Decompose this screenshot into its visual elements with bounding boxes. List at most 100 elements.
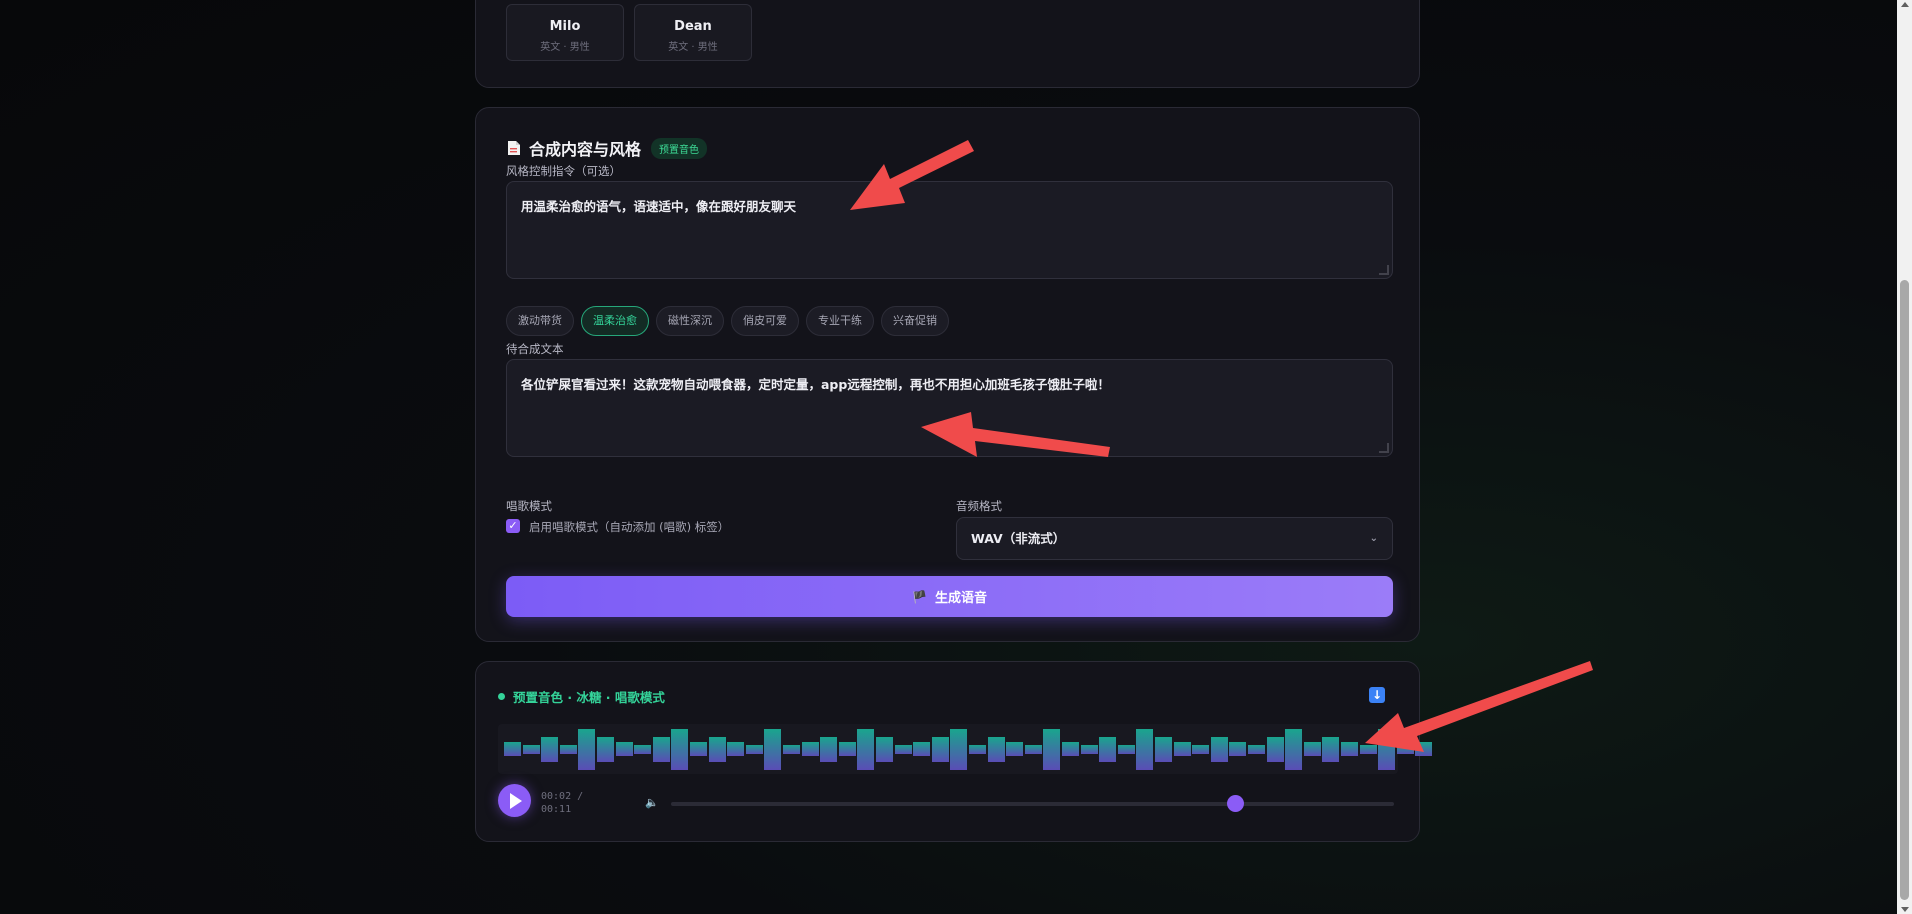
audio-format-value: WAV（非流式）	[971, 531, 1066, 546]
style-chip-active[interactable]: 温柔治愈	[581, 306, 649, 336]
waveform-bar	[894, 744, 912, 754]
waveform-bar	[727, 742, 745, 756]
style-chip[interactable]: 激动带货	[506, 306, 574, 336]
waveform-bar	[652, 736, 670, 762]
waveform-bar	[1136, 728, 1154, 770]
style-chip[interactable]: 俏皮可爱	[731, 306, 799, 336]
time-separator: /	[571, 791, 584, 802]
voice-meta: 英文 · 男性	[540, 42, 590, 53]
style-preset-chips: 激动带货 温柔治愈 磁性深沉 俏皮可爱 专业干练 兴奋促销	[506, 306, 949, 336]
card-title: 合成内容与风格	[529, 140, 642, 159]
waveform-bar	[801, 742, 819, 756]
waveform-bar	[950, 728, 968, 770]
waveform-bar	[1341, 742, 1358, 756]
waveform-bar	[671, 728, 689, 770]
waveform-bar	[1155, 736, 1172, 762]
waveform-bar	[504, 742, 521, 756]
player-title: 预置音色 · 冰糖 · 唱歌模式	[513, 690, 665, 705]
waveform-bar	[764, 728, 782, 770]
play-icon	[510, 793, 522, 809]
scrollbar-thumb[interactable]	[1900, 280, 1909, 900]
waveform-bar	[857, 728, 875, 770]
waveform-bar	[913, 742, 931, 756]
waveform-bar	[634, 744, 652, 754]
waveform-bar	[987, 736, 1005, 762]
style-chip[interactable]: 磁性深沉	[656, 306, 724, 336]
audio-format-select[interactable]: WAV（非流式） ⌄	[956, 517, 1393, 560]
scroll-up-icon[interactable]	[1901, 2, 1909, 7]
audio-player-card: 预置音色 · 冰糖 · 唱歌模式 ↓ 00:02 / 00:11 🔈	[475, 661, 1433, 842]
waveform-bar	[1415, 742, 1433, 756]
waveform-bar	[1006, 742, 1024, 756]
waveform-bar	[1173, 742, 1191, 756]
voice-name: Dean	[674, 19, 712, 34]
time-current: 00:02	[541, 791, 572, 802]
text-label: 待合成文本	[506, 342, 564, 356]
download-icon[interactable]: ↓	[1369, 687, 1385, 703]
waveform-bar	[708, 736, 726, 762]
play-button[interactable]	[498, 784, 531, 817]
waveform-bar	[838, 742, 856, 756]
document-icon	[507, 140, 521, 156]
waveform-bar	[1285, 728, 1303, 770]
resize-handle-icon[interactable]	[1379, 265, 1389, 275]
voice-name: Milo	[549, 19, 581, 34]
waveform-bar	[1024, 744, 1042, 754]
waveform-bar	[745, 744, 763, 754]
waveform-bar	[597, 736, 614, 762]
waveform-bar	[1396, 744, 1414, 754]
synthesis-text-textarea[interactable]: 各位铲屎官看过来！这款宠物自动喂食器，定时定量，app远程控制，再也不用担心加班…	[506, 359, 1393, 457]
waveform-bar	[1266, 736, 1284, 762]
waveform-bar	[1303, 742, 1321, 756]
waveform[interactable]	[498, 724, 1433, 774]
resize-handle-icon[interactable]	[1379, 443, 1389, 453]
synthesis-text-value: 各位铲屎官看过来！这款宠物自动喂食器，定时定量，app远程控制，再也不用担心加班…	[521, 377, 1110, 392]
flag-icon: 🏴	[912, 589, 927, 604]
generate-speech-button[interactable]: 🏴 生成语音	[506, 576, 1393, 617]
style-label: 风格控制指令（可选）	[506, 164, 621, 178]
sing-mode-checkbox[interactable]: ✓	[506, 519, 520, 533]
voice-meta: 英文 · 男性	[668, 42, 718, 53]
waveform-bar	[522, 744, 540, 754]
style-chip[interactable]: 专业干练	[806, 306, 874, 336]
scroll-down-icon[interactable]	[1901, 907, 1909, 912]
waveform-bar	[1322, 736, 1340, 762]
waveform-bar	[876, 736, 893, 762]
chevron-down-icon: ⌄	[1369, 533, 1378, 544]
waveform-bar	[783, 744, 800, 754]
waveform-bar	[931, 736, 949, 762]
time-total: 00:11	[541, 804, 572, 815]
voice-tile-dean[interactable]: Dean 英文 · 男性	[634, 4, 752, 61]
waveform-bar	[578, 728, 596, 770]
generate-speech-label: 生成语音	[934, 591, 987, 606]
waveform-bar	[1378, 728, 1396, 770]
voice-selection-card: Milo 英文 · 男性 Dean 英文 · 男性	[475, 0, 1420, 88]
sing-mode-label: 唱歌模式	[506, 499, 552, 513]
player-header: 预置音色 · 冰糖 · 唱歌模式	[498, 687, 665, 706]
waveform-bar	[615, 742, 633, 756]
volume-slider[interactable]	[671, 795, 1394, 812]
card-header: 合成内容与风格 预置音色	[507, 136, 708, 160]
waveform-bar	[969, 744, 986, 754]
voice-tile-milo[interactable]: Milo 英文 · 男性	[506, 4, 624, 61]
waveform-bar	[1210, 736, 1228, 762]
volume-icon[interactable]: 🔈	[645, 796, 659, 809]
volume-slider-thumb[interactable]	[1226, 795, 1244, 812]
synthesis-card: 合成内容与风格 预置音色 风格控制指令（可选） 用温柔治愈的语气，语速适中，像在…	[475, 107, 1420, 642]
waveform-bar	[1117, 744, 1135, 754]
preset-voice-badge: 预置音色	[651, 137, 708, 159]
waveform-bar	[1248, 744, 1265, 754]
waveform-bar	[1192, 744, 1210, 754]
format-label: 音频格式	[956, 499, 1002, 513]
waveform-bar	[1099, 736, 1117, 762]
waveform-bar	[1043, 728, 1061, 770]
waveform-bar	[559, 744, 577, 754]
waveform-bar	[1080, 744, 1098, 754]
style-chip[interactable]: 兴奋促销	[881, 306, 949, 336]
waveform-bar	[690, 742, 707, 756]
sing-mode-checkbox-label: 启用唱歌模式（自动添加 (唱歌) 标签）	[529, 520, 730, 534]
waveform-bar	[541, 736, 559, 762]
waveform-bar	[1062, 742, 1079, 756]
style-instruction-textarea[interactable]: 用温柔治愈的语气，语速适中，像在跟好朋友聊天	[506, 181, 1393, 279]
page-scrollbar[interactable]	[1897, 0, 1912, 914]
